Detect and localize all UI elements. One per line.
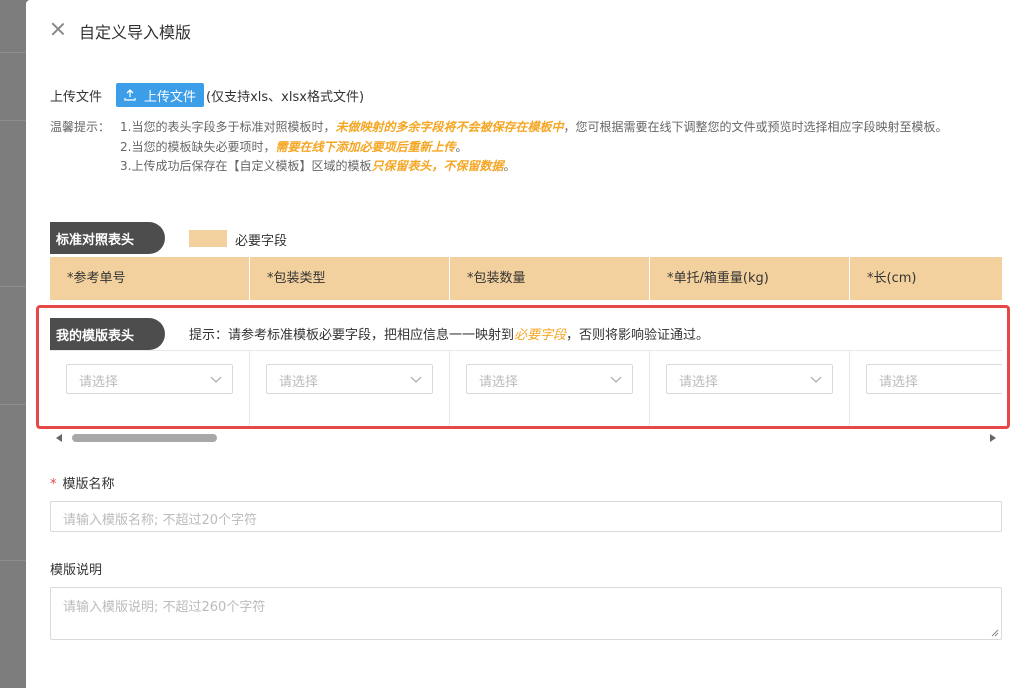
upload-format-hint: (仅支持xls、xlsx格式文件) — [206, 89, 365, 105]
required-field-swatch — [189, 230, 227, 247]
mapping-select[interactable]: 请选择 — [466, 364, 633, 394]
mapping-cell: 请选择 — [250, 351, 450, 429]
standard-column: *单托/箱重量(kg) — [650, 257, 850, 300]
upload-row: 上传文件 上传文件 (仅支持xls、xlsx格式文件) — [50, 83, 364, 107]
close-icon[interactable] — [48, 19, 68, 39]
chevron-down-icon — [810, 376, 822, 383]
select-placeholder: 请选择 — [679, 375, 719, 390]
select-placeholder: 请选择 — [279, 375, 319, 390]
background-divider — [0, 404, 26, 405]
mapping-select[interactable]: 请选择 — [66, 364, 233, 394]
chevron-down-icon — [410, 376, 422, 383]
background-page — [0, 0, 26, 688]
mapping-select[interactable]: 请选择 — [666, 364, 833, 394]
tips-label: 温馨提示： — [50, 120, 111, 134]
template-desc-label: 模版说明 — [50, 563, 103, 578]
upload-icon — [124, 89, 136, 101]
background-divider — [0, 52, 26, 53]
standard-header-row: *参考单号 *包装类型 *包装数量 *单托/箱重量(kg) *长(cm) — [50, 257, 1002, 300]
drawer-title: 自定义导入模版 — [79, 23, 192, 42]
upload-file-button[interactable]: 上传文件 — [116, 83, 205, 107]
tip-emphasis: 需要在线下添加必要项后重新上传 — [275, 139, 456, 154]
required-field-legend: 必要字段 — [235, 234, 288, 249]
chevron-down-icon — [210, 376, 222, 383]
input-placeholder: 请输入模版名称; 不超过20个字符 — [63, 513, 258, 528]
select-placeholder: 请选择 — [879, 375, 919, 390]
horizontal-scrollbar[interactable] — [56, 432, 996, 444]
tip-item: 1.当您的表头字段多于标准对照模板时，未做映射的多余字段将不会被保存在模板中，您… — [120, 120, 948, 134]
mapping-select[interactable]: 请选择 — [266, 364, 433, 394]
scroll-right-icon[interactable] — [990, 434, 996, 442]
standard-column: *包装数量 — [450, 257, 650, 300]
template-name-input[interactable]: 请输入模版名称; 不超过20个字符 — [50, 501, 1002, 532]
my-header-row: 请选择 请选择 请选择 请选择 请选择 — [50, 350, 1002, 429]
import-template-drawer: 自定义导入模版 上传文件 上传文件 (仅支持xls、xlsx格式文件) 温馨提示… — [26, 0, 1025, 688]
tip-emphasis: 未做映射的多余字段将不会被保存在模板中 — [335, 120, 564, 134]
upload-label: 上传文件 — [50, 89, 103, 105]
standard-header-tag: 标准对照表头 — [50, 222, 165, 254]
scroll-left-icon[interactable] — [56, 434, 62, 442]
template-desc-textarea[interactable]: 请输入模版说明; 不超过260个字符 — [50, 587, 1002, 640]
tip-item: 3.上传成功后保存在【自定义模板】区域的模板只保留表头，不保留数据。 — [120, 159, 516, 173]
standard-column: *包装类型 — [250, 257, 450, 300]
mapping-cell: 请选择 — [650, 351, 850, 429]
mapping-cell: 请选择 — [50, 351, 250, 429]
tip-item: 2.当您的模板缺失必要项时，需要在线下添加必要项后重新上传。 — [120, 139, 468, 154]
standard-column: *参考单号 — [50, 257, 250, 300]
hint-emphasis: 必要字段 — [514, 328, 567, 343]
required-marker: * — [50, 477, 57, 492]
tip-emphasis: 只保留表头，不保留数据 — [371, 159, 504, 173]
textarea-placeholder: 请输入模版说明; 不超过260个字符 — [63, 600, 266, 615]
upload-button-label: 上传文件 — [144, 89, 197, 105]
standard-column: *长(cm) — [850, 257, 1002, 300]
mapping-cell: 请选择 — [850, 351, 1002, 429]
tips-block: 温馨提示： 1.当您的表头字段多于标准对照模板时，未做映射的多余字段将不会被保存… — [50, 118, 1000, 177]
background-divider — [0, 560, 26, 561]
mapping-hint: 提示：请参考标准模板必要字段，把相应信息一一映射到必要字段，否则将影响验证通过。 — [189, 328, 710, 343]
my-header-tag: 我的模版表头 — [50, 318, 165, 350]
resize-handle-icon[interactable] — [991, 629, 999, 637]
template-name-label: * 模版名称 — [50, 477, 115, 492]
chevron-down-icon — [610, 376, 622, 383]
background-divider — [0, 286, 26, 287]
drawer-header: 自定义导入模版 — [26, 0, 1025, 60]
scrollbar-thumb[interactable] — [72, 434, 217, 442]
select-placeholder: 请选择 — [79, 375, 119, 390]
select-placeholder: 请选择 — [479, 375, 519, 390]
mapping-cell: 请选择 — [450, 351, 650, 429]
background-divider — [0, 120, 26, 121]
mapping-select[interactable]: 请选择 — [866, 364, 1002, 394]
